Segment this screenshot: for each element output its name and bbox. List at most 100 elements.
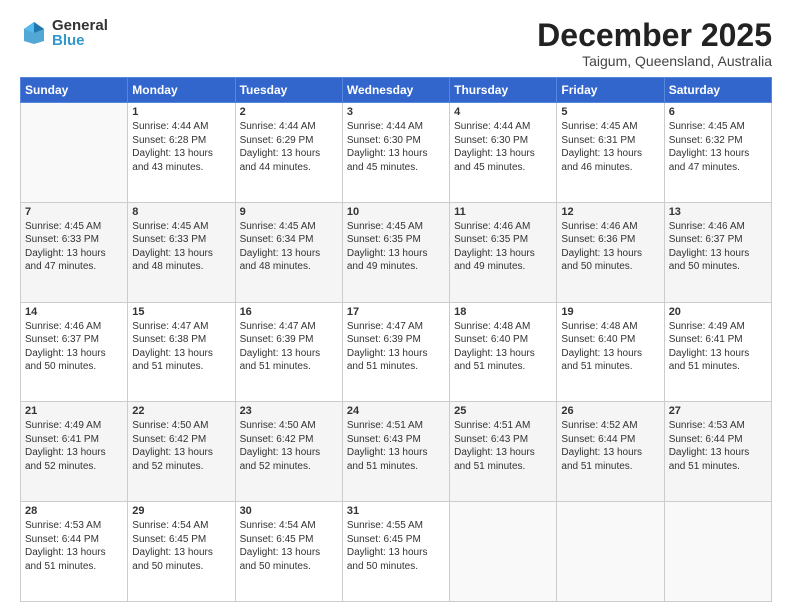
day-number: 5 bbox=[561, 106, 659, 118]
day-detail: Sunrise: 4:45 AMSunset: 6:33 PMDaylight:… bbox=[132, 220, 230, 274]
day-cell: 8Sunrise: 4:45 AMSunset: 6:33 PMDaylight… bbox=[128, 202, 235, 302]
day-cell: 9Sunrise: 4:45 AMSunset: 6:34 PMDaylight… bbox=[235, 202, 342, 302]
calendar-table: SundayMondayTuesdayWednesdayThursdayFrid… bbox=[20, 77, 772, 602]
day-cell: 1 Sunrise: 4:44 AMSunset: 6:28 PMDaylight… bbox=[128, 103, 235, 203]
day-cell: 18 Sunrise: 4:48 AMSunset: 6:40 PMDayligh… bbox=[450, 302, 557, 402]
day-cell: 21 Sunrise: 4:49 AMSunset: 6:41 PMDayligh… bbox=[21, 402, 128, 502]
day-number: 1 bbox=[132, 106, 230, 118]
logo-general-text: General bbox=[52, 18, 108, 33]
week-row-2: 7 Sunrise: 4:45 AMSunset: 6:33 PMDaylight… bbox=[21, 202, 772, 302]
day-cell: 12 Sunrise: 4:46 AMSunset: 6:36 PMDayligh… bbox=[557, 202, 664, 302]
day-number: 3 bbox=[347, 106, 445, 118]
day-cell: 23Sunrise: 4:50 AMSunset: 6:42 PMDayligh… bbox=[235, 402, 342, 502]
day-cell: 16 Sunrise: 4:47 AMSunset: 6:39 PMDayligh… bbox=[235, 302, 342, 402]
day-detail: Sunrise: 4:46 AMSunset: 6:36 PMDaylight:… bbox=[561, 220, 659, 274]
day-cell bbox=[450, 502, 557, 602]
logo: General Blue bbox=[20, 18, 108, 48]
day-cell: 29 Sunrise: 4:54 AMSunset: 6:45 PMDayligh… bbox=[128, 502, 235, 602]
day-cell: 22Sunrise: 4:50 AMSunset: 6:42 PMDayligh… bbox=[128, 402, 235, 502]
day-number: 12 bbox=[561, 206, 659, 218]
day-detail: Sunrise: 4:48 AMSunset: 6:40 PMDaylight:… bbox=[561, 320, 659, 374]
month-title: December 2025 bbox=[537, 18, 772, 53]
day-number: 9 bbox=[240, 206, 338, 218]
day-number: 18 bbox=[454, 306, 552, 318]
day-cell: 20 Sunrise: 4:49 AMSunset: 6:41 PMDayligh… bbox=[664, 302, 771, 402]
day-number: 7 bbox=[25, 206, 123, 218]
day-number: 16 bbox=[240, 306, 338, 318]
day-number: 19 bbox=[561, 306, 659, 318]
day-detail: Sunrise: 4:54 AMSunset: 6:45 PMDaylight:… bbox=[132, 519, 230, 573]
day-cell: 24 Sunrise: 4:51 AMSunset: 6:43 PMDayligh… bbox=[342, 402, 449, 502]
day-number: 29 bbox=[132, 505, 230, 517]
day-detail: Sunrise: 4:49 AMSunset: 6:41 PMDaylight:… bbox=[25, 419, 123, 473]
day-cell bbox=[557, 502, 664, 602]
header: General Blue December 2025 Taigum, Queen… bbox=[20, 18, 772, 69]
day-number: 25 bbox=[454, 405, 552, 417]
title-block: December 2025 Taigum, Queensland, Austra… bbox=[537, 18, 772, 69]
logo-text: General Blue bbox=[52, 18, 108, 48]
day-detail: Sunrise: 4:46 AMSunset: 6:37 PMDaylight:… bbox=[25, 320, 123, 374]
calendar-header: SundayMondayTuesdayWednesdayThursdayFrid… bbox=[21, 78, 772, 103]
day-cell: 15 Sunrise: 4:47 AMSunset: 6:38 PMDayligh… bbox=[128, 302, 235, 402]
day-detail: Sunrise: 4:44 AMSunset: 6:28 PMDaylight:… bbox=[132, 120, 230, 174]
header-cell-tuesday: Tuesday bbox=[235, 78, 342, 103]
day-number: 10 bbox=[347, 206, 445, 218]
day-cell: 28 Sunrise: 4:53 AMSunset: 6:44 PMDayligh… bbox=[21, 502, 128, 602]
day-detail: Sunrise: 4:53 AMSunset: 6:44 PMDaylight:… bbox=[25, 519, 123, 573]
day-detail: Sunrise: 4:51 AMSunset: 6:43 PMDaylight:… bbox=[454, 419, 552, 473]
header-cell-sunday: Sunday bbox=[21, 78, 128, 103]
day-number: 14 bbox=[25, 306, 123, 318]
day-number: 22 bbox=[132, 405, 230, 417]
day-number: 2 bbox=[240, 106, 338, 118]
day-number: 13 bbox=[669, 206, 767, 218]
day-number: 11 bbox=[454, 206, 552, 218]
header-cell-wednesday: Wednesday bbox=[342, 78, 449, 103]
day-number: 21 bbox=[25, 405, 123, 417]
day-number: 4 bbox=[454, 106, 552, 118]
logo-blue-text: Blue bbox=[52, 33, 108, 48]
day-detail: Sunrise: 4:49 AMSunset: 6:41 PMDaylight:… bbox=[669, 320, 767, 374]
day-cell: 2 Sunrise: 4:44 AMSunset: 6:29 PMDaylight… bbox=[235, 103, 342, 203]
day-number: 15 bbox=[132, 306, 230, 318]
header-cell-monday: Monday bbox=[128, 78, 235, 103]
calendar-body: 1 Sunrise: 4:44 AMSunset: 6:28 PMDaylight… bbox=[21, 103, 772, 602]
day-cell: 31Sunrise: 4:55 AMSunset: 6:45 PMDayligh… bbox=[342, 502, 449, 602]
day-detail: Sunrise: 4:47 AMSunset: 6:38 PMDaylight:… bbox=[132, 320, 230, 374]
week-row-3: 14 Sunrise: 4:46 AMSunset: 6:37 PMDayligh… bbox=[21, 302, 772, 402]
day-detail: Sunrise: 4:51 AMSunset: 6:43 PMDaylight:… bbox=[347, 419, 445, 473]
day-cell: 11 Sunrise: 4:46 AMSunset: 6:35 PMDayligh… bbox=[450, 202, 557, 302]
day-detail: Sunrise: 4:54 AMSunset: 6:45 PMDaylight:… bbox=[240, 519, 338, 573]
day-cell: 26Sunrise: 4:52 AMSunset: 6:44 PMDayligh… bbox=[557, 402, 664, 502]
week-row-5: 28 Sunrise: 4:53 AMSunset: 6:44 PMDayligh… bbox=[21, 502, 772, 602]
day-detail: Sunrise: 4:48 AMSunset: 6:40 PMDaylight:… bbox=[454, 320, 552, 374]
day-number: 24 bbox=[347, 405, 445, 417]
day-cell: 19 Sunrise: 4:48 AMSunset: 6:40 PMDayligh… bbox=[557, 302, 664, 402]
week-row-4: 21 Sunrise: 4:49 AMSunset: 6:41 PMDayligh… bbox=[21, 402, 772, 502]
day-cell bbox=[664, 502, 771, 602]
day-number: 6 bbox=[669, 106, 767, 118]
day-detail: Sunrise: 4:44 AMSunset: 6:30 PMDaylight:… bbox=[454, 120, 552, 174]
day-cell: 10Sunrise: 4:45 AMSunset: 6:35 PMDayligh… bbox=[342, 202, 449, 302]
day-number: 26 bbox=[561, 405, 659, 417]
day-detail: Sunrise: 4:44 AMSunset: 6:29 PMDaylight:… bbox=[240, 120, 338, 174]
day-cell: 27 Sunrise: 4:53 AMSunset: 6:44 PMDayligh… bbox=[664, 402, 771, 502]
day-cell: 25 Sunrise: 4:51 AMSunset: 6:43 PMDayligh… bbox=[450, 402, 557, 502]
day-cell: 7Sunrise: 4:45 AMSunset: 6:33 PMDaylight… bbox=[21, 202, 128, 302]
day-number: 23 bbox=[240, 405, 338, 417]
day-number: 28 bbox=[25, 505, 123, 517]
day-number: 20 bbox=[669, 306, 767, 318]
day-detail: Sunrise: 4:47 AMSunset: 6:39 PMDaylight:… bbox=[347, 320, 445, 374]
day-detail: Sunrise: 4:53 AMSunset: 6:44 PMDaylight:… bbox=[669, 419, 767, 473]
header-cell-thursday: Thursday bbox=[450, 78, 557, 103]
day-detail: Sunrise: 4:47 AMSunset: 6:39 PMDaylight:… bbox=[240, 320, 338, 374]
header-row: SundayMondayTuesdayWednesdayThursdayFrid… bbox=[21, 78, 772, 103]
day-detail: Sunrise: 4:45 AMSunset: 6:31 PMDaylight:… bbox=[561, 120, 659, 174]
day-number: 17 bbox=[347, 306, 445, 318]
day-cell: 6 Sunrise: 4:45 AMSunset: 6:32 PMDaylight… bbox=[664, 103, 771, 203]
day-number: 27 bbox=[669, 405, 767, 417]
day-detail: Sunrise: 4:46 AMSunset: 6:35 PMDaylight:… bbox=[454, 220, 552, 274]
day-cell: 30Sunrise: 4:54 AMSunset: 6:45 PMDayligh… bbox=[235, 502, 342, 602]
day-detail: Sunrise: 4:45 AMSunset: 6:32 PMDaylight:… bbox=[669, 120, 767, 174]
day-detail: Sunrise: 4:46 AMSunset: 6:37 PMDaylight:… bbox=[669, 220, 767, 274]
day-number: 31 bbox=[347, 505, 445, 517]
